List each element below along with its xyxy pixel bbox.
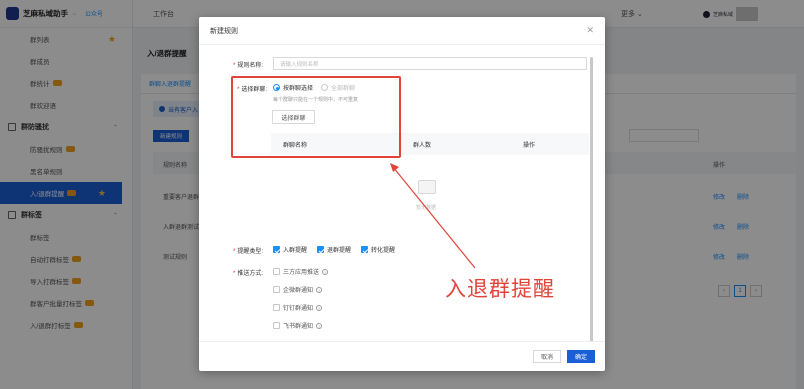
- checkbox-label: 企微群通知: [283, 288, 314, 294]
- push-method-label: * 推送方式:: [233, 271, 264, 277]
- help-icon[interactable]: ?: [322, 268, 329, 275]
- push-option-third-party[interactable]: 三方应用推送 ?: [273, 267, 329, 276]
- column-header: 操作: [523, 143, 536, 149]
- rule-name-label-text: 规则名称:: [237, 63, 264, 69]
- checkbox-checked-icon: [273, 246, 280, 253]
- checkbox-label: 飞书群通知: [283, 324, 314, 330]
- close-icon[interactable]: ✕: [586, 25, 594, 36]
- checkbox-unchecked-icon: [273, 286, 280, 293]
- push-method-label-text: 推送方式:: [237, 271, 264, 277]
- remind-type-label-text: 提醒类型:: [237, 249, 264, 255]
- dialog-header: 新建规则: [199, 17, 605, 45]
- scrollbar[interactable]: [590, 57, 593, 342]
- checkbox-checked-icon: [361, 246, 369, 253]
- new-rule-dialog: 新建规则 ✕ * 规则名称: 请输入规则名称 * 选择群聊: 按群聊选择 全部群聊 …: [199, 17, 605, 371]
- checkbox-label: 转化提醒: [371, 248, 396, 254]
- empty-box-icon: [418, 180, 436, 194]
- checkbox-convert-remind[interactable]: 转化提醒: [361, 245, 395, 254]
- highlight-box: [231, 76, 401, 158]
- checkbox-label: 入群提醒: [283, 248, 308, 254]
- checkbox-checked-icon: [317, 246, 325, 253]
- remind-type-label: * 提醒类型:: [233, 249, 264, 255]
- rule-name-label: * 规则名称:: [233, 63, 264, 69]
- push-option-wecom[interactable]: 企微群通知 ?: [273, 285, 323, 294]
- push-option-dingtalk[interactable]: 钉钉群通知 ?: [273, 303, 323, 312]
- help-icon[interactable]: ?: [316, 286, 323, 293]
- confirm-button[interactable]: 确定: [567, 350, 595, 363]
- push-option-feishu[interactable]: 飞书群通知 ?: [273, 321, 323, 330]
- checkbox-unchecked-icon: [273, 322, 280, 329]
- dialog-footer: 取消 确定: [199, 341, 605, 371]
- checkbox-label: 钉钉群通知: [283, 306, 314, 312]
- rule-name-input[interactable]: 请输入规则名称: [273, 57, 587, 70]
- help-icon[interactable]: ?: [316, 304, 323, 311]
- dialog-title: 新建规则: [210, 27, 238, 35]
- column-header: 群人数: [413, 143, 432, 149]
- annotation-label: 入退群提醒: [445, 277, 555, 301]
- checkbox-label: 三方应用推送: [283, 270, 320, 276]
- cancel-button[interactable]: 取消: [533, 350, 561, 363]
- checkbox-unchecked-icon: [273, 268, 280, 275]
- checkbox-label: 退群提醒: [327, 248, 352, 254]
- empty-text: 暂无数据: [416, 205, 437, 211]
- help-icon[interactable]: ?: [316, 322, 323, 329]
- remind-type-options: 入群提醒 退群提醒 转化提醒: [273, 245, 395, 254]
- checkbox-join-remind[interactable]: 入群提醒: [273, 245, 307, 254]
- checkbox-unchecked-icon: [273, 304, 280, 311]
- checkbox-leave-remind[interactable]: 退群提醒: [317, 245, 351, 254]
